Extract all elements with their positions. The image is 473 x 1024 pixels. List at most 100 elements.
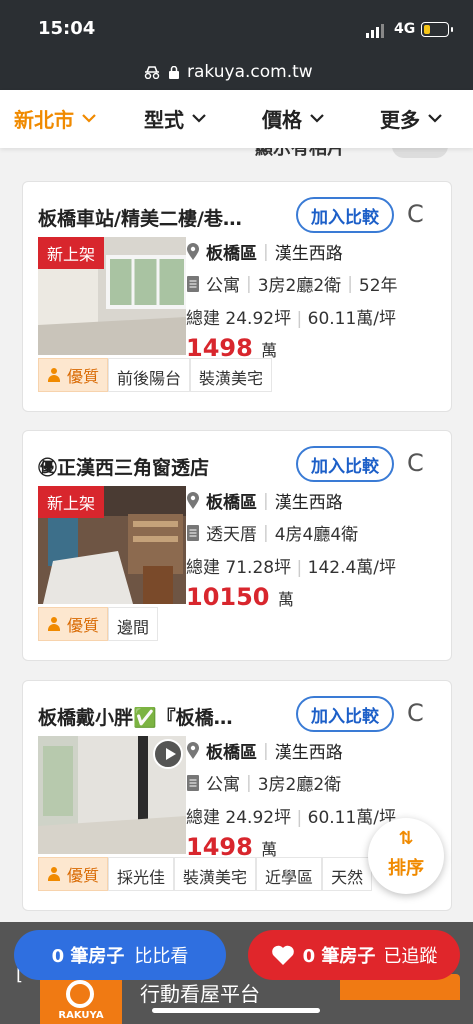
- divider: |: [246, 772, 252, 793]
- divider: |: [263, 740, 269, 761]
- listing-type: 公寓: [206, 775, 240, 795]
- rakuya-logo: RAKUYA: [40, 974, 122, 1024]
- filter-price[interactable]: 價格: [262, 104, 324, 133]
- feature-tag: 裝潢美宅: [190, 358, 273, 392]
- new-listing-badge: 新上架: [38, 486, 105, 518]
- listing-area-row: 總建 71.28坪 | 142.4萬/坪: [186, 553, 396, 578]
- listing-type: 透天厝: [206, 525, 257, 545]
- listing-district: 板橋區: [206, 493, 257, 513]
- premium-tag: 優質: [38, 607, 109, 641]
- listing-unit-price: 60.11萬/坪: [307, 309, 397, 329]
- listing-area-row: 總建 24.92坪 | 60.11萬/坪: [186, 803, 396, 828]
- chevron-down-icon: [310, 114, 324, 123]
- tracked-count: 0 筆房子: [302, 946, 376, 967]
- feature-tag: 裝潢美宅: [174, 857, 257, 891]
- listing-unit-price: 142.4萬/坪: [307, 558, 397, 578]
- bottom-bar: ⌊ RAKUYA 行動看屋平台 0 筆房子 比比看 0 筆房子 已追蹤: [0, 922, 473, 1024]
- url-text: rakuya.com.tw: [187, 62, 313, 82]
- refresh-icon[interactable]: C: [407, 699, 424, 727]
- listing-title[interactable]: ㊝正漢西三角窗透店: [38, 453, 283, 480]
- listing-age: 52年: [358, 276, 398, 296]
- filter-city[interactable]: 新北市: [14, 104, 96, 133]
- document-icon: [187, 524, 199, 541]
- filter-type[interactable]: 型式: [144, 104, 206, 133]
- listing-location: 板橋區 | 漢生西路: [186, 738, 343, 763]
- price-unit: 萬: [277, 590, 294, 609]
- premium-tag: 優質: [38, 358, 109, 392]
- listing-area: 總建 24.92坪: [186, 808, 292, 828]
- banner-text: 行動看屋平台: [140, 982, 260, 1006]
- heart-icon: [271, 945, 294, 965]
- lock-icon: [169, 65, 179, 79]
- listing-type: 公寓: [206, 276, 240, 296]
- listing-tags: 優質 邊間: [38, 607, 159, 641]
- add-compare-button[interactable]: 加入比較: [296, 446, 394, 482]
- feature-tag: 天然: [322, 857, 373, 891]
- play-video-icon[interactable]: [153, 739, 183, 769]
- sort-button[interactable]: ⇅ 排序: [368, 818, 444, 894]
- tracked-count-button[interactable]: 0 筆房子 已追蹤: [248, 930, 460, 980]
- divider: |: [263, 241, 269, 262]
- network-label: 4G: [394, 21, 416, 37]
- listing-title[interactable]: 板橋車站/精美二樓/巷…: [38, 204, 283, 231]
- location-pin-icon: [187, 741, 199, 759]
- new-listing-badge: 新上架: [38, 237, 105, 269]
- location-pin-icon: [187, 491, 199, 509]
- person-icon: [47, 367, 61, 383]
- divider: |: [296, 309, 303, 329]
- tracked-label: 已追蹤: [383, 946, 438, 967]
- status-bar: 15:04 4G: [0, 0, 473, 60]
- listing-info: 公寓 | 3房2廳2衛 | 52年: [186, 271, 398, 296]
- person-icon: [47, 866, 61, 882]
- listing-location: 板橋區 | 漢生西路: [186, 239, 343, 264]
- listing-road: 漢生西路: [274, 244, 343, 264]
- divider: |: [296, 558, 303, 578]
- feature-tag: 前後陽台: [108, 358, 191, 392]
- listing-info: 透天厝 | 4房4廳4衛: [186, 520, 358, 545]
- chevron-down-icon: [82, 114, 96, 123]
- listing-area-row: 總建 24.92坪 | 60.11萬/坪: [186, 304, 396, 329]
- listing-tags: 優質 前後陽台 裝潢美宅: [38, 358, 273, 392]
- compare-label: 比比看: [134, 946, 189, 967]
- browser-url-bar[interactable]: rakuya.com.tw: [0, 60, 473, 90]
- divider: |: [263, 522, 269, 543]
- refresh-icon[interactable]: C: [407, 449, 424, 477]
- divider: |: [296, 808, 303, 828]
- listing-district: 板橋區: [206, 244, 257, 264]
- divider: |: [246, 273, 252, 294]
- chevron-down-icon: [192, 114, 206, 123]
- compare-count: 0 筆房子: [51, 946, 125, 967]
- feature-tag: 近學區: [256, 857, 323, 891]
- filter-more[interactable]: 更多: [380, 104, 442, 133]
- listing-layout: 3房2廳2衛: [257, 276, 342, 296]
- home-indicator: [152, 1008, 320, 1013]
- listing-title[interactable]: 板橋戴小胖✅『板橋…: [38, 703, 283, 730]
- divider: |: [347, 273, 353, 294]
- feature-tag: 邊間: [108, 607, 159, 641]
- listing-price: 10150 萬: [186, 583, 294, 611]
- status-time: 15:04: [38, 18, 96, 39]
- listing-location: 板橋區 | 漢生西路: [186, 488, 343, 513]
- filter-bar: 新北市 型式 價格 更多: [0, 90, 473, 148]
- listing-card[interactable]: ㊝正漢西三角窗透店 加入比較 C 新上架 板橋區 | 漢生西路 透天厝 | 4房…: [22, 430, 452, 661]
- sort-label: 排序: [388, 858, 424, 879]
- listing-layout: 4房4廳4衛: [274, 525, 359, 545]
- sort-icon: ⇅: [398, 828, 414, 849]
- incognito-icon: [144, 66, 160, 79]
- listing-layout: 3房2廳2衛: [257, 775, 342, 795]
- listing-card[interactable]: 板橋車站/精美二樓/巷… 加入比較 C 新上架 板橋區 | 漢生西路 公寓 | …: [22, 181, 452, 412]
- document-icon: [187, 275, 199, 292]
- listing-area: 總建 24.92坪: [186, 309, 292, 329]
- person-icon: [47, 616, 61, 632]
- compare-count-button[interactable]: 0 筆房子 比比看: [14, 930, 226, 980]
- listing-area: 總建 71.28坪: [186, 558, 292, 578]
- add-compare-button[interactable]: 加入比較: [296, 696, 394, 732]
- listing-district: 板橋區: [206, 743, 257, 763]
- battery-icon: [421, 22, 453, 37]
- refresh-icon[interactable]: C: [407, 200, 424, 228]
- signal-icon: [366, 24, 384, 38]
- location-pin-icon: [187, 242, 199, 260]
- add-compare-button[interactable]: 加入比較: [296, 197, 394, 233]
- listing-road: 漢生西路: [274, 493, 343, 513]
- divider: |: [263, 490, 269, 511]
